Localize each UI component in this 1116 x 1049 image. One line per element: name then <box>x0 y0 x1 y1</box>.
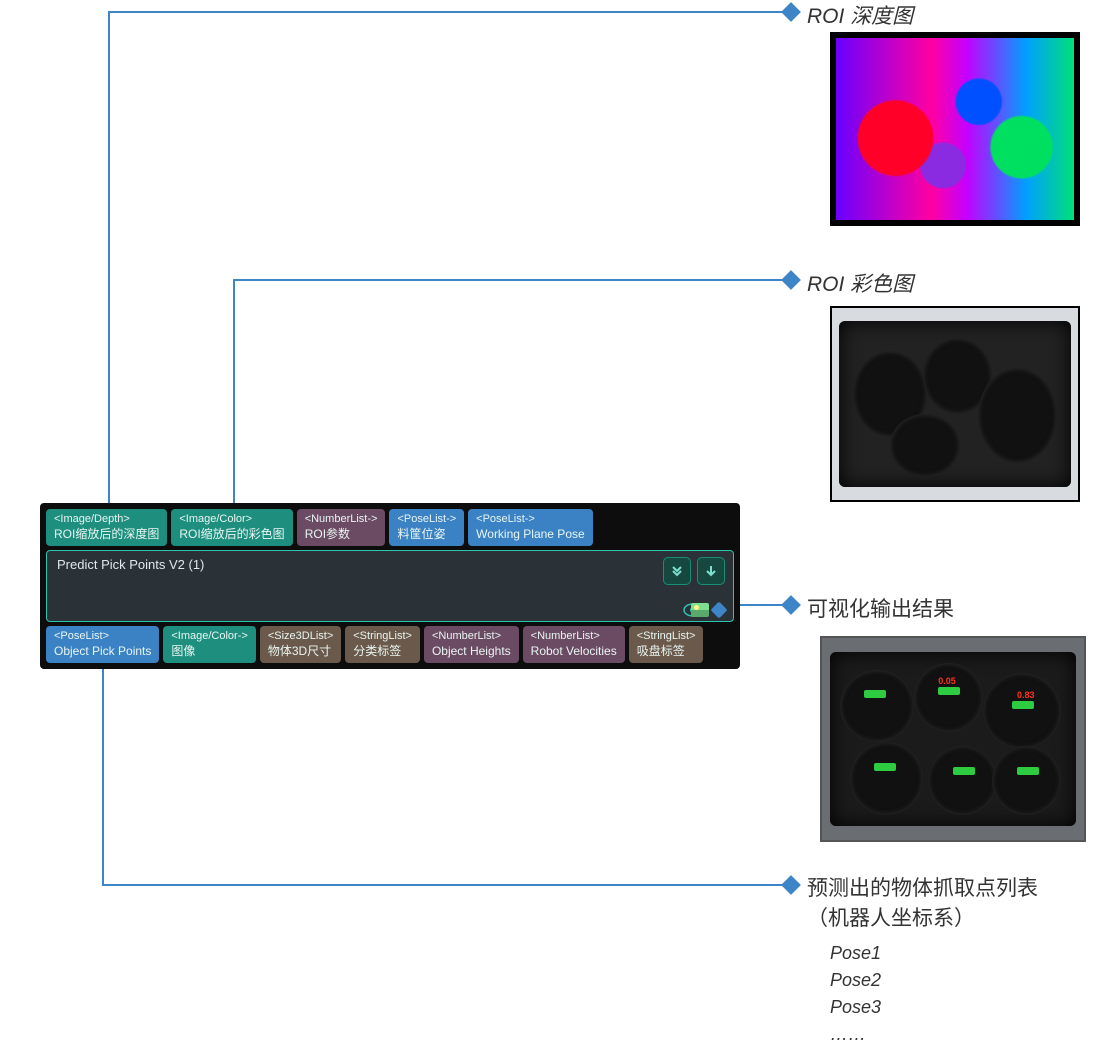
download-button[interactable] <box>697 557 725 585</box>
output-port-3[interactable]: <StringList>分类标签 <box>345 626 420 663</box>
port-label: 图像 <box>171 644 247 659</box>
diamond-icon <box>711 601 728 618</box>
node-title: Predict Pick Points V2 (1) <box>57 557 204 572</box>
pose-item: Pose3 <box>830 994 881 1021</box>
pose-item: Pose2 <box>830 967 881 994</box>
port-type: <StringList> <box>353 630 412 644</box>
output-port-4[interactable]: <NumberList>Object Heights <box>424 626 519 663</box>
port-type: <NumberList-> <box>305 513 378 527</box>
output-port-6[interactable]: <StringList>吸盘标签 <box>629 626 704 663</box>
port-type: <Image/Depth> <box>54 513 159 527</box>
output-port-0[interactable]: <PoseList>Object Pick Points <box>46 626 159 663</box>
thumbnail-viz-output: 0.05 0.83 <box>820 636 1086 842</box>
callout-diamond-pick <box>781 875 801 895</box>
port-label: 物体3D尺寸 <box>268 644 333 659</box>
output-port-5[interactable]: <NumberList>Robot Velocities <box>523 626 625 663</box>
node-output-ports: <PoseList>Object Pick Points<Image/Color… <box>46 626 734 663</box>
port-type: <NumberList> <box>432 630 511 644</box>
input-port-1[interactable]: <Image/Color>ROI缩放后的彩色图 <box>171 509 292 546</box>
port-label: Working Plane Pose <box>476 527 585 542</box>
callout-label-color: ROI 彩色图 <box>807 268 913 298</box>
port-label: 吸盘标签 <box>637 644 696 659</box>
port-type: <PoseList-> <box>397 513 456 527</box>
viz-output-indicator[interactable] <box>691 603 725 617</box>
input-port-0[interactable]: <Image/Depth>ROI缩放后的深度图 <box>46 509 167 546</box>
output-port-2[interactable]: <Size3DList>物体3D尺寸 <box>260 626 341 663</box>
node-body[interactable]: Predict Pick Points V2 (1) <box>46 550 734 622</box>
port-label: ROI缩放后的深度图 <box>54 527 159 542</box>
port-type: <PoseList-> <box>476 513 585 527</box>
port-type: <PoseList> <box>54 630 151 644</box>
node-predict-pick-points[interactable]: <Image/Depth>ROI缩放后的深度图<Image/Color>ROI缩… <box>40 503 740 669</box>
expand-all-button[interactable] <box>663 557 691 585</box>
callout-label-pick: 预测出的物体抓取点列表 （机器人坐标系） <box>807 872 1038 932</box>
callout-diamond-depth <box>781 2 801 22</box>
input-port-4[interactable]: <PoseList->Working Plane Pose <box>468 509 593 546</box>
callout-pick-line1: 预测出的物体抓取点列表 <box>807 872 1038 902</box>
arrow-down-icon <box>704 564 718 578</box>
node-input-ports: <Image/Depth>ROI缩放后的深度图<Image/Color>ROI缩… <box>46 509 734 546</box>
port-type: <StringList> <box>637 630 696 644</box>
port-type: <Image/Color-> <box>171 630 247 644</box>
callout-label-viz: 可视化输出结果 <box>807 593 954 623</box>
port-label: Robot Velocities <box>531 644 617 659</box>
callout-diamond-viz <box>781 595 801 615</box>
port-label: ROI缩放后的彩色图 <box>179 527 284 542</box>
callout-pick-line2: （机器人坐标系） <box>807 902 1038 932</box>
port-type: <NumberList> <box>531 630 617 644</box>
port-type: <Image/Color> <box>179 513 284 527</box>
pose-item-more: …… <box>830 1021 881 1048</box>
output-port-1[interactable]: <Image/Color->图像 <box>163 626 255 663</box>
thumbnail-roi-color <box>830 306 1080 502</box>
chevrons-down-icon <box>670 564 684 578</box>
port-type: <Size3DList> <box>268 630 333 644</box>
callout-label-depth: ROI 深度图 <box>807 0 913 30</box>
thumbnail-roi-depth <box>830 32 1080 226</box>
callout-diamond-color <box>781 270 801 290</box>
pose-item: Pose1 <box>830 940 881 967</box>
pose-list: Pose1 Pose2 Pose3 …… <box>830 940 881 1048</box>
input-port-2[interactable]: <NumberList->ROI参数 <box>297 509 386 546</box>
image-icon <box>691 603 709 617</box>
port-label: Object Heights <box>432 644 511 659</box>
input-port-3[interactable]: <PoseList->料筐位姿 <box>389 509 464 546</box>
port-label: ROI参数 <box>305 527 378 542</box>
port-label: Object Pick Points <box>54 644 151 659</box>
port-label: 分类标签 <box>353 644 412 659</box>
port-label: 料筐位姿 <box>397 527 456 542</box>
